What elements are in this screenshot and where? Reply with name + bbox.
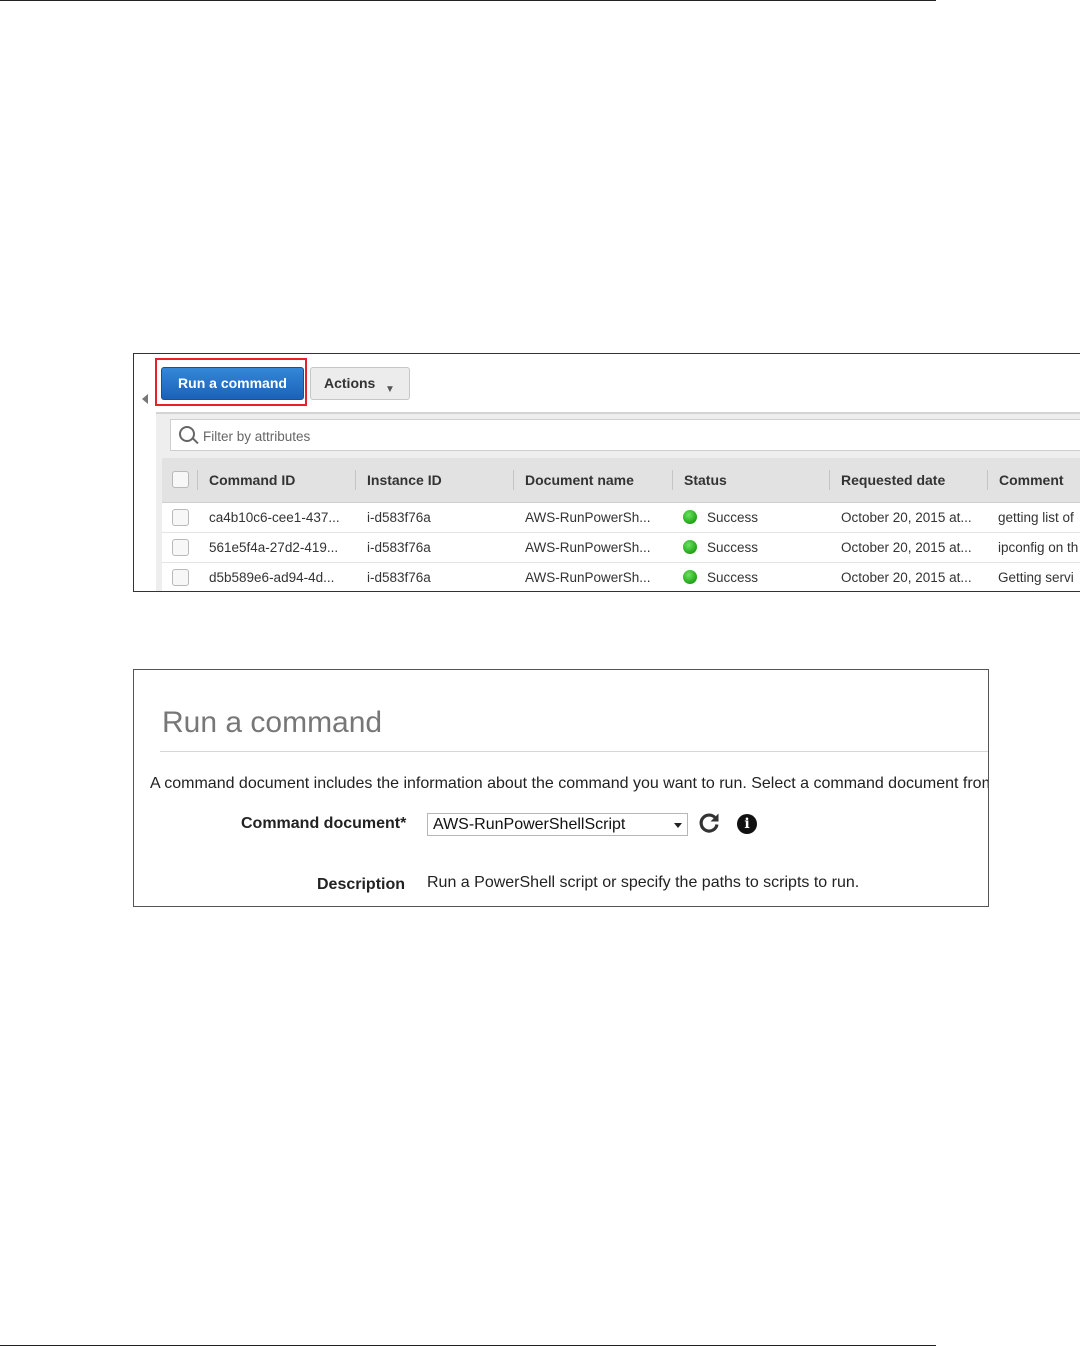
info-icon[interactable]: i <box>737 814 757 834</box>
filter-input[interactable] <box>201 424 605 448</box>
cell-requested-date: October 20, 2015 at... <box>841 510 972 525</box>
actions-dropdown-button[interactable]: Actions ▼ <box>310 367 410 400</box>
cell-command-id[interactable]: d5b589e6-ad94-4d... <box>209 563 334 591</box>
cell-status: Success <box>683 503 758 532</box>
description-value: Run a PowerShell script or specify the p… <box>427 874 860 891</box>
row-checkbox[interactable] <box>172 569 189 586</box>
cell-command-id[interactable]: 561e5f4a-27d2-419... <box>209 533 338 562</box>
table-header: Command ID Instance ID Document name Sta… <box>162 458 1080 503</box>
cell-requested-date: October 20, 2015 at... <box>841 570 972 585</box>
filter-bar[interactable] <box>170 419 1080 451</box>
row-checkbox[interactable] <box>172 509 189 526</box>
command-document-select[interactable]: AWS-RunPowerShellScript <box>427 813 688 836</box>
run-command-screenshot: Run a command A command document include… <box>133 669 989 907</box>
column-header-instance-id[interactable]: Instance ID <box>355 458 442 502</box>
cell-status: Success <box>683 533 758 562</box>
table-row[interactable]: d5b589e6-ad94-4d... i-d583f76a AWS-RunPo… <box>162 563 1080 591</box>
row-checkbox[interactable] <box>172 539 189 556</box>
page-top-rule <box>0 0 936 1</box>
commands-panel: Command ID Instance ID Document name Sta… <box>156 412 1080 591</box>
command-document-label: Command document* <box>241 815 407 832</box>
cell-instance-id[interactable]: i-d583f76a <box>367 533 431 562</box>
table-row[interactable]: 561e5f4a-27d2-419... i-d583f76a AWS-RunP… <box>162 533 1080 563</box>
cell-document-name: AWS-RunPowerSh... <box>525 510 651 525</box>
cell-comment: getting list of <box>998 510 1074 525</box>
cell-document-name: AWS-RunPowerSh... <box>525 540 651 555</box>
column-header-comment[interactable]: Comment <box>987 458 1064 502</box>
cell-command-id[interactable]: ca4b10c6-cee1-437... <box>209 503 340 532</box>
cell-instance-id[interactable]: i-d583f76a <box>367 563 431 591</box>
cell-document-name: AWS-RunPowerSh... <box>525 570 651 585</box>
toolbar: Run a command Actions ▼ <box>134 354 1080 412</box>
actions-label: Actions <box>324 375 376 391</box>
column-header-status[interactable]: Status <box>672 458 727 502</box>
cell-requested-date: October 20, 2015 at... <box>841 540 972 555</box>
column-header-command-id[interactable]: Command ID <box>197 458 295 502</box>
table-row[interactable]: ca4b10c6-cee1-437... i-d583f76a AWS-RunP… <box>162 503 1080 533</box>
commands-table: Command ID Instance ID Document name Sta… <box>162 458 1080 591</box>
collapse-sidebar-icon[interactable] <box>142 394 148 404</box>
page-bottom-rule <box>0 1345 936 1346</box>
status-success-icon <box>683 540 697 554</box>
dropdown-caret-icon <box>674 823 682 828</box>
title-divider <box>160 751 988 752</box>
cell-comment: Getting servi <box>998 570 1074 585</box>
cell-instance-id[interactable]: i-d583f76a <box>367 503 431 532</box>
chevron-down-icon: ▼ <box>385 384 395 395</box>
column-header-requested-date[interactable]: Requested date <box>829 458 945 502</box>
command-list-screenshot: Run a command Actions ▼ Command ID Insta… <box>133 353 1080 592</box>
cell-comment: ipconfig on th <box>998 540 1079 555</box>
search-icon <box>179 426 195 442</box>
refresh-icon[interactable] <box>697 811 721 835</box>
description-label: Description <box>317 876 406 893</box>
command-document-value: AWS-RunPowerShellScript <box>433 816 626 833</box>
status-success-icon <box>683 510 697 524</box>
status-success-icon <box>683 570 697 584</box>
select-all-checkbox[interactable] <box>172 471 189 488</box>
column-header-document-name[interactable]: Document name <box>513 458 634 502</box>
page-title: Run a command <box>162 706 383 739</box>
cell-status: Success <box>683 563 758 591</box>
run-command-button[interactable]: Run a command <box>161 367 304 400</box>
intro-text: A command document includes the informat… <box>150 775 989 792</box>
